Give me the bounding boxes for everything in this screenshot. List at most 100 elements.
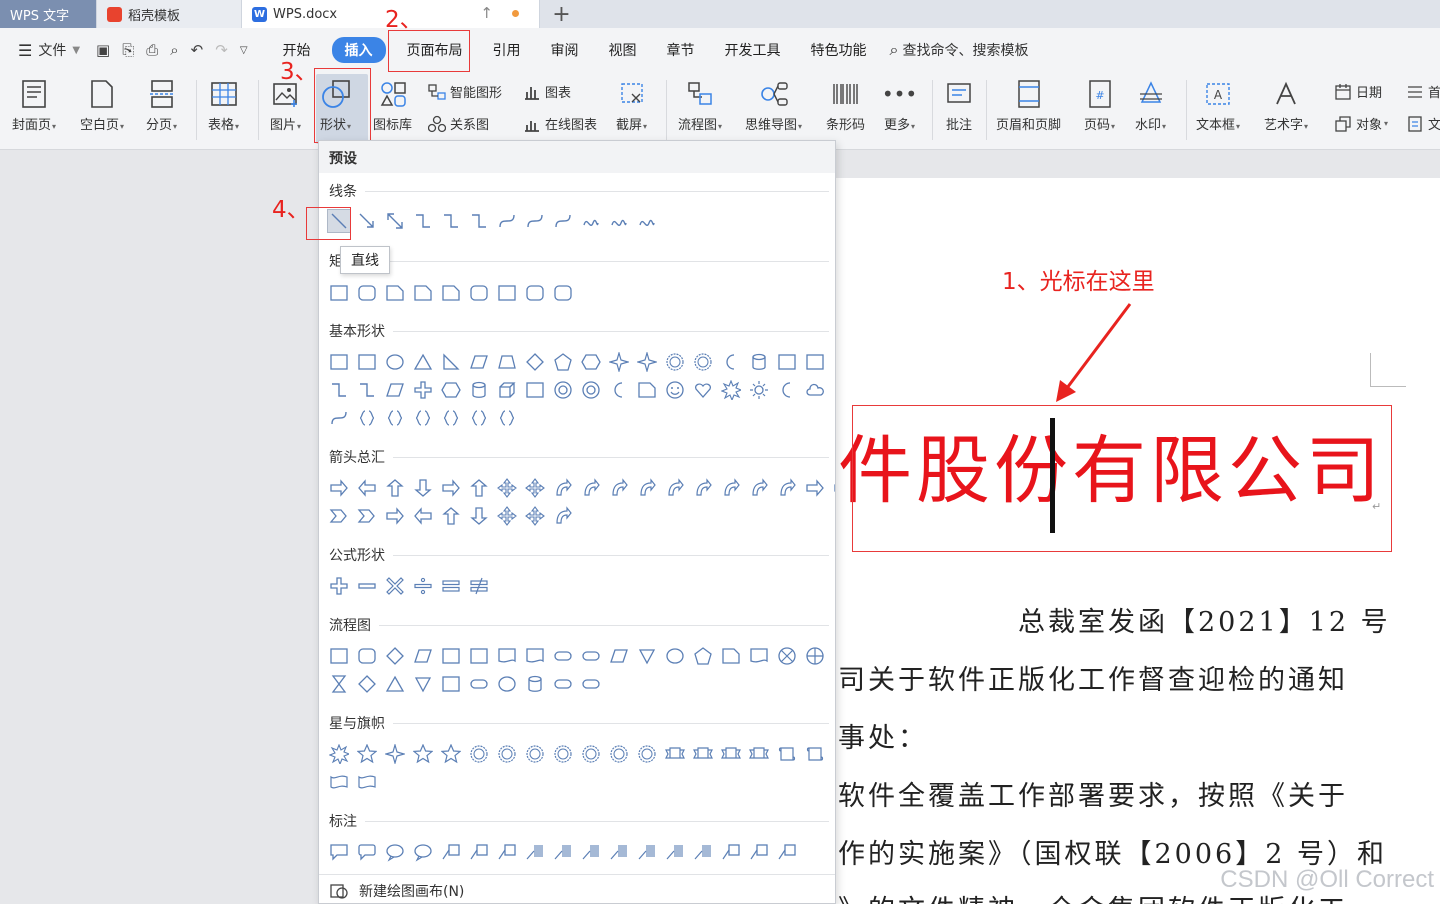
menu-tab-insert[interactable]: 插入 [331, 37, 386, 63]
menu-tab-special[interactable]: 特色功能 [796, 40, 882, 60]
online-chart-button[interactable]: 在线图表 [523, 114, 597, 133]
snip-shape-option[interactable] [439, 281, 463, 305]
rect-shape-option[interactable] [439, 644, 463, 668]
larrow-shape-option[interactable] [411, 504, 435, 528]
rarrow-shape-option[interactable] [439, 476, 463, 500]
undo-icon[interactable]: ↶ [191, 41, 204, 59]
curved-shape-option[interactable] [691, 476, 715, 500]
tri-shape-option[interactable] [411, 350, 435, 374]
bracket-shape-option[interactable] [411, 406, 435, 430]
seal-shape-option[interactable] [663, 350, 687, 374]
comment-button[interactable]: 批注 [944, 78, 974, 133]
curved-shape-option[interactable] [775, 476, 799, 500]
curved-shape-option[interactable] [551, 476, 575, 500]
xcircle-shape-option[interactable] [775, 644, 799, 668]
oval-shape-option[interactable] [495, 672, 519, 696]
rrect-shape-option[interactable] [355, 644, 379, 668]
menu-tab-developer[interactable]: 开发工具 [710, 40, 796, 60]
term-shape-option[interactable] [579, 644, 603, 668]
seal-shape-option[interactable] [523, 742, 547, 766]
chevron-shape-option[interactable] [355, 504, 379, 528]
seal-shape-option[interactable] [467, 742, 491, 766]
para-shape-option[interactable] [467, 350, 491, 374]
scribble-shape-option[interactable] [607, 209, 631, 233]
cross4-shape-option[interactable] [523, 504, 547, 528]
rarrow-shape-option[interactable] [383, 504, 407, 528]
picture-button[interactable]: 图片▾ [270, 78, 301, 133]
document-title-text[interactable]: 件股份有限公司文件 [838, 416, 1378, 528]
cube-shape-option[interactable] [495, 378, 519, 402]
mind-map-button[interactable]: 思维导图▾ [745, 78, 802, 133]
callbar-shape-option[interactable] [579, 840, 603, 864]
elbow-shape-option[interactable] [327, 378, 351, 402]
calloval-shape-option[interactable] [411, 840, 435, 864]
para-shape-option[interactable] [383, 378, 407, 402]
curved-shape-option[interactable] [747, 476, 771, 500]
elbow-shape-option[interactable] [411, 209, 435, 233]
hex-shape-option[interactable] [439, 378, 463, 402]
barcode-button[interactable]: 条形码 [826, 78, 865, 133]
new-drawing-canvas-button[interactable]: 新建绘图画布(N) [319, 874, 835, 903]
menu-tab-page-layout[interactable]: 页面布局 [392, 40, 478, 60]
star5-shape-option[interactable] [355, 742, 379, 766]
first-letter-button[interactable]: 首 [1406, 82, 1440, 101]
callline-shape-option[interactable] [467, 840, 491, 864]
para-shape-option[interactable] [411, 644, 435, 668]
star5-shape-option[interactable] [439, 742, 463, 766]
cloud-shape-option[interactable] [803, 378, 827, 402]
callbar-shape-option[interactable] [663, 840, 687, 864]
snip-shape-option[interactable] [719, 644, 743, 668]
pcircle-shape-option[interactable] [803, 644, 827, 668]
merge-shape-option[interactable] [635, 644, 659, 668]
cross4-shape-option[interactable] [495, 504, 519, 528]
burst-shape-option[interactable] [719, 378, 743, 402]
chart-button[interactable]: 图表 [523, 82, 571, 101]
cyl-shape-option[interactable] [747, 350, 771, 374]
tab-wps-writer[interactable]: WPS 文字 [0, 0, 96, 28]
snip-shape-option[interactable] [383, 281, 407, 305]
moon-shape-option[interactable] [719, 350, 743, 374]
rect-shape-option[interactable] [327, 350, 351, 374]
rrect-shape-option[interactable] [355, 281, 379, 305]
star4-shape-option[interactable] [383, 742, 407, 766]
rect-shape-option[interactable] [327, 644, 351, 668]
curved-shape-option[interactable] [663, 476, 687, 500]
bracket-shape-option[interactable] [383, 406, 407, 430]
moon-shape-option[interactable] [607, 378, 631, 402]
header-footer-button[interactable]: 页眉和页脚 [996, 78, 1061, 133]
para-shape-option[interactable] [607, 644, 631, 668]
curved-shape-option[interactable] [719, 476, 743, 500]
ribbon-shape-option[interactable] [663, 742, 687, 766]
word-art-button[interactable]: 艺术字▾ [1264, 78, 1308, 133]
rrect-shape-option[interactable] [551, 281, 575, 305]
bracket-shape-option[interactable] [495, 406, 519, 430]
seal-shape-option[interactable] [495, 742, 519, 766]
callbar-shape-option[interactable] [635, 840, 659, 864]
callline-shape-option[interactable] [719, 840, 743, 864]
doc-line-2[interactable]: 司关于软件正版化工作督查迎检的通知 [838, 658, 1348, 697]
print-preview-icon[interactable]: ⌕ [170, 41, 178, 59]
larrow-shape-option[interactable] [355, 476, 379, 500]
seal-shape-option[interactable] [579, 742, 603, 766]
rarrow-shape-option[interactable] [803, 476, 827, 500]
chevron-shape-option[interactable] [327, 504, 351, 528]
curve-shape-option[interactable] [495, 209, 519, 233]
doc-line-3[interactable]: 事处： [838, 716, 928, 755]
term-shape-option[interactable] [579, 672, 603, 696]
callbar-shape-option[interactable] [551, 840, 575, 864]
menu-tab-section[interactable]: 章节 [652, 40, 710, 60]
notequal-shape-option[interactable] [467, 574, 491, 598]
customize-icon[interactable]: ▽ [240, 45, 248, 56]
callrect-shape-option[interactable] [327, 840, 351, 864]
donut-shape-option[interactable] [579, 378, 603, 402]
callround-shape-option[interactable] [355, 840, 379, 864]
seal-shape-option[interactable] [691, 350, 715, 374]
elbow-shape-option[interactable] [355, 378, 379, 402]
print-icon[interactable]: ⎙ [146, 41, 158, 59]
rect-shape-option[interactable] [439, 672, 463, 696]
scribble-shape-option[interactable] [579, 209, 603, 233]
star5-shape-option[interactable] [411, 742, 435, 766]
curve-shape-option[interactable] [551, 209, 575, 233]
oval-shape-option[interactable] [383, 350, 407, 374]
flowchart-button[interactable]: 流程图▾ [678, 78, 722, 133]
